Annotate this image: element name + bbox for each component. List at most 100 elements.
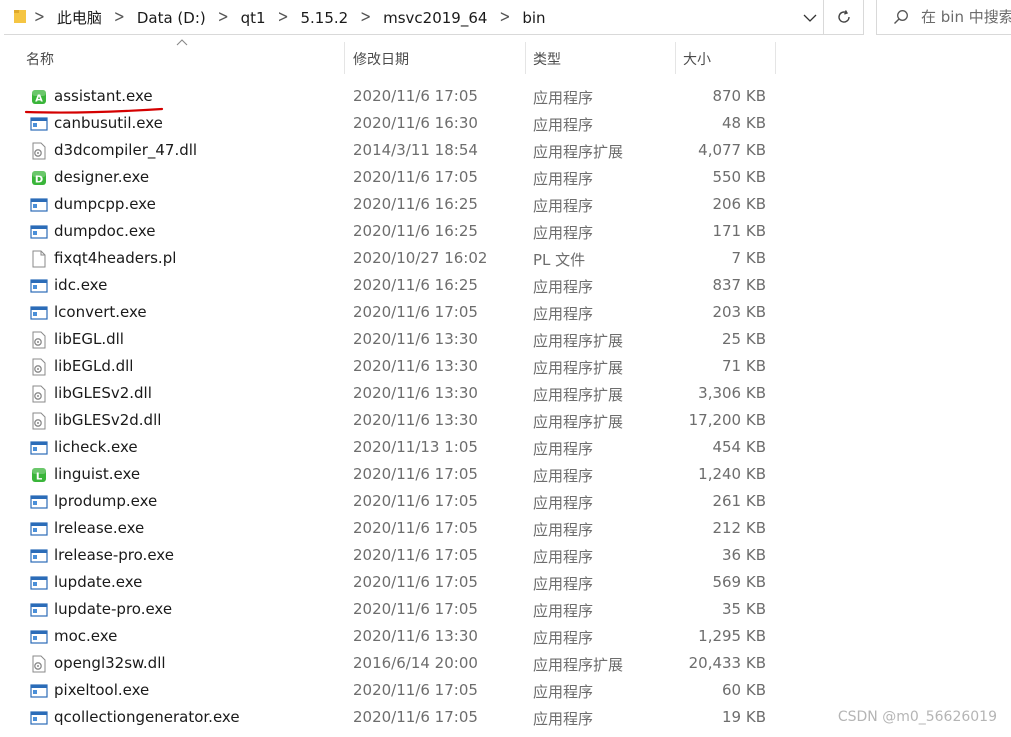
breadcrumb-bin[interactable]: bin [516,9,551,27]
address-history-button[interactable] [794,0,826,35]
file-size: 7 KB [731,249,766,267]
chevron-right-icon[interactable]: > [354,8,377,28]
column-header-type[interactable]: 类型 [525,44,675,74]
file-date: 2020/11/6 13:30 [353,330,478,348]
file-date: 2020/11/6 16:25 [353,222,478,240]
file-row[interactable]: lupdate.exe 2020/11/6 17:05 应用程序 569 KB [0,570,1011,597]
file-type: 应用程序扩展 [533,332,624,350]
file-row[interactable]: Llinguist.exe 2020/11/6 17:05 应用程序 1,240 KB [0,462,1011,489]
search-icon [894,10,908,24]
column-header-date[interactable]: 修改日期 [345,44,525,74]
file-size: 1,295 KB [698,627,766,645]
file-row[interactable]: licheck.exe 2020/11/13 1:05 应用程序 454 KB [0,435,1011,462]
file-type: 应用程序 [533,305,594,323]
breadcrumb-drive[interactable]: Data (D:) [131,9,212,27]
file-size: 25 KB [722,330,766,348]
file-name: canbusutil.exe [54,114,163,132]
breadcrumb-msvc[interactable]: msvc2019_64 [377,9,493,27]
file-date: 2020/11/13 1:05 [353,438,478,456]
chevron-right-icon[interactable]: > [272,8,295,28]
file-row[interactable]: lupdate-pro.exe 2020/11/6 17:05 应用程序 35 KB [0,597,1011,624]
file-row[interactable]: Ddesigner.exe 2020/11/6 17:05 应用程序 550 KB [0,165,1011,192]
file-size: 454 KB [712,438,766,456]
exe-window-icon [30,576,48,590]
file-row[interactable]: moc.exe 2020/11/6 13:30 应用程序 1,295 KB [0,624,1011,651]
blank-file-icon [32,250,46,268]
file-name: dumpdoc.exe [54,222,156,240]
dll-gear-icon [32,331,46,349]
red-underline-annotation [24,107,164,114]
dll-gear-icon [32,142,46,160]
file-name: designer.exe [54,168,150,186]
file-list: Aassistant.exe 2020/11/6 17:05 应用程序 870 KB c… [0,84,1011,732]
file-row[interactable]: libEGLd.dll 2020/11/6 13:30 应用程序扩展 71 KB [0,354,1011,381]
file-size: 17,200 KB [688,411,766,429]
file-date: 2020/11/6 13:30 [353,357,478,375]
chevron-right-icon[interactable]: > [212,8,235,28]
column-header-name[interactable]: 名称 [18,44,344,74]
file-size: 837 KB [712,276,766,294]
breadcrumb-qt1[interactable]: qt1 [235,9,272,27]
file-type: 应用程序 [533,197,594,215]
file-type: 应用程序 [533,170,594,188]
file-name: qcollectiongenerator.exe [54,708,240,726]
column-divider[interactable] [775,42,776,74]
file-row[interactable]: fixqt4headers.pl 2020/10/27 16:02 PL 文件 7 K… [0,246,1011,273]
exe-window-icon [30,630,48,644]
exe-window-icon [30,603,48,617]
dll-gear-icon [32,412,46,430]
file-date: 2020/11/6 17:05 [353,87,478,105]
file-name: licheck.exe [54,438,138,456]
file-name: d3dcompiler_47.dll [54,141,198,159]
file-name: idc.exe [54,276,108,294]
file-type: 应用程序 [533,116,594,134]
chevron-right-icon[interactable]: > [28,8,51,28]
file-type: 应用程序 [533,494,594,512]
file-row[interactable]: dumpdoc.exe 2020/11/6 16:25 应用程序 171 KB [0,219,1011,246]
search-input[interactable] [921,8,1011,26]
file-row[interactable]: pixeltool.exe 2020/11/6 17:05 应用程序 60 KB [0,678,1011,705]
file-type: 应用程序扩展 [533,656,624,674]
file-row[interactable]: libGLESv2d.dll 2020/11/6 13:30 应用程序扩展 17,20… [0,408,1011,435]
file-name: dumpcpp.exe [54,195,156,213]
file-type: 应用程序 [533,521,594,539]
file-date: 2020/11/6 13:30 [353,627,478,645]
file-type: 应用程序 [533,710,594,728]
file-size: 569 KB [712,573,766,591]
file-date: 2020/11/6 17:05 [353,573,478,591]
file-row[interactable]: dumpcpp.exe 2020/11/6 16:25 应用程序 206 KB [0,192,1011,219]
file-type: 应用程序 [533,278,594,296]
breadcrumb-version[interactable]: 5.15.2 [295,9,355,27]
refresh-icon [837,10,850,23]
file-row[interactable]: libGLESv2.dll 2020/11/6 13:30 应用程序扩展 3,306 … [0,381,1011,408]
file-row[interactable]: libEGL.dll 2020/11/6 13:30 应用程序扩展 25 KB [0,327,1011,354]
file-date: 2020/10/27 16:02 [353,249,488,267]
file-row[interactable]: opengl32sw.dll 2016/6/14 20:00 应用程序扩展 20,43… [0,651,1011,678]
file-row[interactable]: lprodump.exe 2020/11/6 17:05 应用程序 261 KB [0,489,1011,516]
breadcrumb-this-pc[interactable]: 此电脑 [51,7,108,28]
address-bar[interactable]: > 此电脑 > Data (D:) > qt1 > 5.15.2 > msvc2… [4,0,824,35]
file-name: lrelease-pro.exe [54,546,174,564]
chevron-right-icon[interactable]: > [108,8,131,28]
file-row[interactable]: lrelease.exe 2020/11/6 17:05 应用程序 212 KB [0,516,1011,543]
file-row[interactable]: idc.exe 2020/11/6 16:25 应用程序 837 KB [0,273,1011,300]
file-type: 应用程序 [533,467,594,485]
file-row[interactable]: lconvert.exe 2020/11/6 17:05 应用程序 203 KB [0,300,1011,327]
file-name: lupdate.exe [54,573,143,591]
file-name: libEGL.dll [54,330,124,348]
file-name: lprodump.exe [54,492,158,510]
search-box[interactable] [876,0,1011,35]
file-type: 应用程序 [533,440,594,458]
file-name: assistant.exe [54,87,153,105]
file-date: 2020/11/6 17:05 [353,303,478,321]
watermark: CSDN @m0_56626019 [837,709,997,725]
column-header-size[interactable]: 大小 [675,44,775,74]
file-name: libGLESv2d.dll [54,411,162,429]
file-size: 36 KB [722,546,766,564]
file-type: 应用程序 [533,224,594,242]
file-row[interactable]: lrelease-pro.exe 2020/11/6 17:05 应用程序 36 KB [0,543,1011,570]
refresh-button[interactable] [824,0,864,35]
exe-window-icon [30,306,48,320]
chevron-right-icon[interactable]: > [493,8,516,28]
file-row[interactable]: d3dcompiler_47.dll 2014/3/11 18:54 应用程序扩展 4… [0,138,1011,165]
